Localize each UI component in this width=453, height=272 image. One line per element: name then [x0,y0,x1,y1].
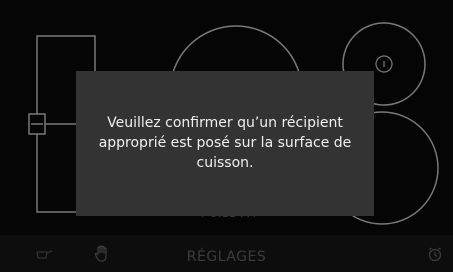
dialog-message: Veuillez confirmer qu’un récipient appro… [98,114,352,171]
cooktop-screen: 9:11 PM RÉGLAGES Veuillez conf [0,0,453,272]
confirm-pan-dialog[interactable]: Veuillez confirmer qu’un récipient appro… [76,71,374,216]
